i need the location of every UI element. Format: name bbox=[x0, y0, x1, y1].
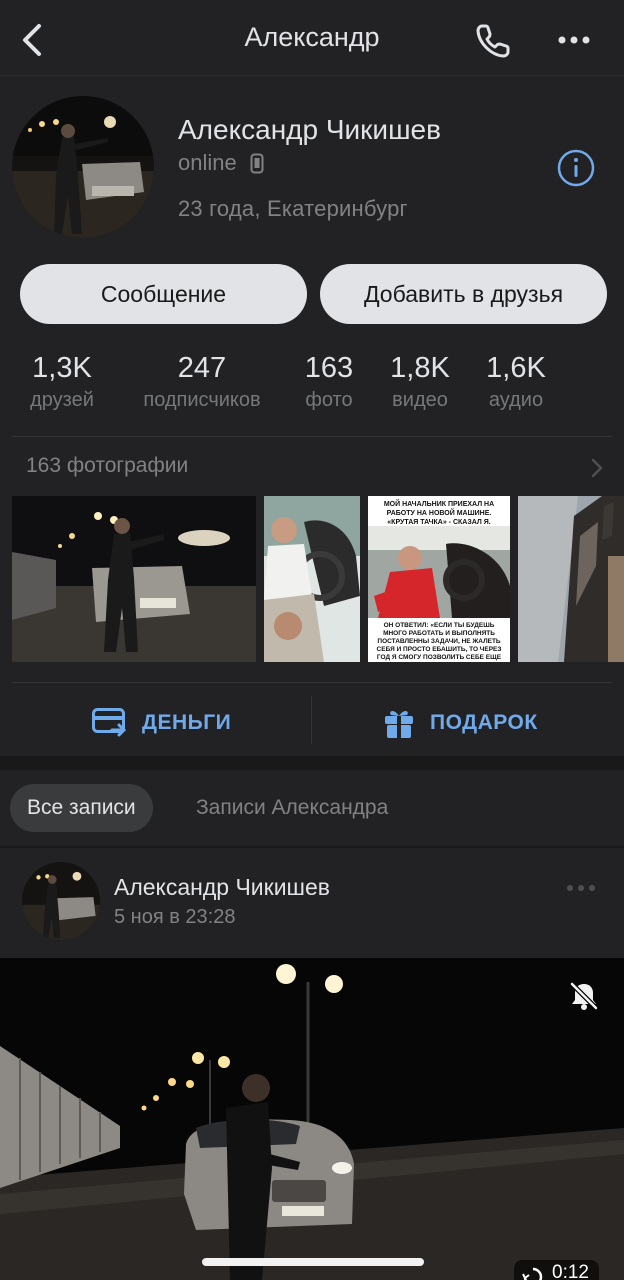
stat-friends[interactable]: 1,3K друзей bbox=[24, 352, 100, 412]
gift-label: ПОДАРОК bbox=[430, 711, 538, 734]
stat-videos[interactable]: 1,8K видео bbox=[382, 352, 458, 412]
gift-icon bbox=[385, 710, 413, 738]
stat-label: аудио bbox=[488, 389, 544, 411]
stat-value: 1,8K bbox=[390, 352, 450, 384]
tab-all-posts[interactable]: Все записи bbox=[10, 784, 153, 832]
home-indicator[interactable] bbox=[202, 1258, 424, 1266]
age-location: 23 года, Екатеринбург bbox=[178, 196, 408, 221]
avatar[interactable] bbox=[12, 96, 154, 238]
photo-thumbnail[interactable] bbox=[264, 496, 360, 662]
chevron-right-icon[interactable] bbox=[588, 456, 606, 480]
more-horizontal-icon[interactable] bbox=[552, 22, 596, 58]
photo-thumbnail[interactable] bbox=[12, 496, 256, 662]
mobile-device-icon bbox=[250, 153, 264, 174]
video-frame bbox=[0, 958, 624, 1280]
video-duration-badge: 0:12 bbox=[514, 1260, 599, 1280]
meme-top-text: МОЙ НАЧАЛЬНИК ПРИЕХАЛ НА РАБОТУ НА НОВОЙ… bbox=[383, 501, 495, 526]
stat-value: 247 bbox=[177, 352, 227, 384]
photo-thumbnail-meme[interactable]: МОЙ НАЧАЛЬНИК ПРИЕХАЛ НА РАБОТУ НА НОВОЙ… bbox=[368, 496, 510, 662]
message-button[interactable]: Сообщение bbox=[20, 264, 307, 324]
phone-icon[interactable] bbox=[472, 18, 516, 62]
tab-own-posts[interactable]: Записи Александра bbox=[196, 796, 388, 820]
stat-value: 1,3K bbox=[32, 352, 92, 384]
stat-value: 163 bbox=[304, 352, 354, 384]
page-title: Александр bbox=[244, 22, 380, 52]
stat-label: фото bbox=[305, 389, 353, 411]
meme-bottom-text: ОН ОТВЕТИЛ: «ЕСЛИ ТЫ БУДЕШЬ МНОГО РАБОТА… bbox=[376, 622, 502, 661]
replay-icon bbox=[522, 1267, 543, 1280]
post-video[interactable]: 0:12 bbox=[0, 958, 624, 1280]
add-friend-button[interactable]: Добавить в друзья bbox=[320, 264, 607, 324]
profile-section: Александр Чикишев online 23 года, Екатер… bbox=[0, 76, 624, 756]
money-button[interactable]: ДЕНЬГИ bbox=[92, 698, 231, 748]
gift-button[interactable]: ПОДАРОК bbox=[384, 698, 538, 748]
stat-value: 1,6K bbox=[486, 352, 546, 384]
wall-post: Александр Чикишев 5 ноя в 23:28 0:12 bbox=[0, 848, 624, 1280]
info-icon[interactable] bbox=[556, 148, 596, 188]
money-label: ДЕНЬГИ bbox=[142, 711, 232, 734]
more-horizontal-icon[interactable] bbox=[564, 878, 598, 898]
money-transfer-icon bbox=[92, 708, 126, 737]
divider bbox=[12, 682, 612, 683]
top-navigation-bar: Александр bbox=[0, 0, 624, 76]
stat-photos[interactable]: 163 фото bbox=[296, 352, 362, 412]
wall-tabs: Все записи Записи Александра bbox=[0, 770, 624, 846]
stat-label: подписчиков bbox=[143, 389, 261, 411]
photos-section-title[interactable]: 163 фотографии bbox=[26, 454, 188, 478]
stat-audio[interactable]: 1,6K аудио bbox=[480, 352, 552, 412]
divider bbox=[12, 436, 612, 437]
stat-followers[interactable]: 247 подписчиков bbox=[130, 352, 274, 412]
photo-thumbnail[interactable] bbox=[518, 496, 624, 662]
post-author-name[interactable]: Александр Чикишев bbox=[114, 874, 330, 901]
post-date: 5 ноя в 23:28 bbox=[114, 906, 236, 928]
post-author-avatar[interactable] bbox=[22, 862, 100, 940]
stat-label: видео bbox=[392, 389, 448, 411]
mute-icon[interactable] bbox=[566, 978, 602, 1014]
stat-label: друзей bbox=[30, 389, 94, 411]
profile-name: Александр Чикишев bbox=[178, 114, 441, 145]
online-status: online bbox=[178, 150, 237, 175]
divider bbox=[311, 696, 312, 744]
video-duration: 0:12 bbox=[552, 1262, 589, 1280]
